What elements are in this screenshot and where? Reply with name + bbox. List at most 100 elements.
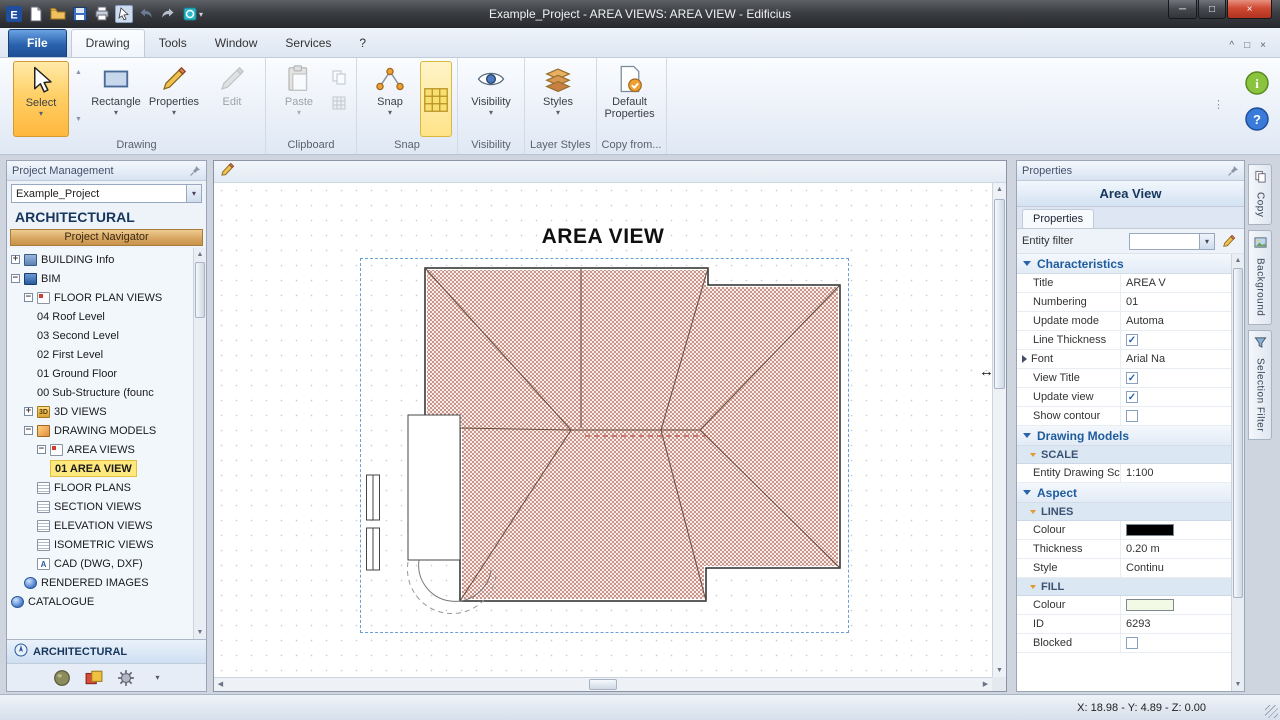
- property-value[interactable]: [1121, 596, 1231, 614]
- close-window-icon[interactable]: ×: [1260, 40, 1266, 51]
- tree-item-floor-plan-views[interactable]: − FLOOR PLAN VIEWS: [7, 288, 192, 307]
- settings-tool-icon[interactable]: [117, 669, 135, 687]
- property-value[interactable]: ✓: [1121, 331, 1231, 349]
- help-circle-icon[interactable]: ?: [1244, 106, 1270, 132]
- toolbar-options-icon[interactable]: ▾: [199, 10, 209, 19]
- tree-scrollbar[interactable]: ▲ ▼: [193, 248, 206, 639]
- scroll-down-icon[interactable]: ▼: [194, 626, 206, 639]
- roof-plan-drawing[interactable]: [363, 260, 847, 630]
- property-value[interactable]: Continu: [1121, 559, 1231, 577]
- canvas-vertical-scrollbar[interactable]: ▲ ▼: [992, 183, 1006, 677]
- new-document-icon[interactable]: [27, 5, 45, 23]
- menu-tab-file[interactable]: File: [8, 29, 67, 57]
- tree-scroll-thumb[interactable]: [195, 262, 205, 318]
- gallery-down-icon[interactable]: ▼: [75, 116, 82, 123]
- chevron-down-icon[interactable]: ▾: [1199, 233, 1214, 249]
- tree-item-cad-dwg-dxf[interactable]: A CAD (DWG, DXF): [7, 554, 192, 573]
- tree-item-3d-views[interactable]: +3D 3D VIEWS: [7, 402, 192, 421]
- pointer-tool-icon[interactable]: [115, 5, 133, 23]
- tree-item-04-roof-level[interactable]: 04 Roof Level: [7, 307, 192, 326]
- canvas-horizontal-scrollbar[interactable]: ◀ ▶: [214, 677, 992, 691]
- menu-tab-window[interactable]: Window: [201, 30, 272, 57]
- undo-icon[interactable]: [137, 5, 155, 23]
- menu-tab-services[interactable]: Services: [271, 30, 345, 57]
- tree-item-01-ground-floor[interactable]: 01 Ground Floor: [7, 364, 192, 383]
- scroll-up-icon[interactable]: ▲: [1232, 254, 1244, 267]
- gallery-up-icon[interactable]: ▲: [75, 69, 82, 76]
- styles-button[interactable]: Styles ▾: [530, 61, 586, 137]
- property-value[interactable]: [1121, 407, 1231, 425]
- property-value[interactable]: AREA V: [1121, 274, 1231, 292]
- tree-item-02-first-level[interactable]: 02 First Level: [7, 345, 192, 364]
- subsection-fill[interactable]: FILL: [1017, 578, 1231, 596]
- filter-edit-icon[interactable]: [1219, 232, 1239, 250]
- property-value[interactable]: ✓: [1121, 369, 1231, 387]
- checkbox-checked-icon[interactable]: ✓: [1126, 372, 1138, 384]
- property-value[interactable]: [1121, 521, 1231, 539]
- tree-item-rendered-images[interactable]: RENDERED IMAGES: [7, 573, 192, 592]
- property-value[interactable]: Arial Na: [1121, 350, 1231, 368]
- print-icon[interactable]: [93, 5, 111, 23]
- expand-icon[interactable]: +: [11, 255, 20, 264]
- menu-tab-drawing[interactable]: Drawing: [70, 29, 145, 57]
- tree-item-building-info[interactable]: + BUILDING Info: [7, 250, 192, 269]
- property-value[interactable]: [1121, 634, 1231, 652]
- maximize-button[interactable]: □: [1198, 0, 1226, 19]
- close-button[interactable]: ×: [1227, 0, 1272, 19]
- scroll-left-icon[interactable]: ◀: [214, 678, 227, 691]
- grid-toggle-button[interactable]: [420, 61, 452, 137]
- more-options-icon[interactable]: ▾: [155, 673, 159, 682]
- scroll-down-icon[interactable]: ▼: [1232, 678, 1244, 691]
- tree-item-section-views[interactable]: SECTION VIEWS: [7, 497, 192, 516]
- project-select[interactable]: Example_Project ▾: [11, 184, 202, 203]
- menu-tab-help[interactable]: ?: [345, 30, 380, 57]
- section-drawing-models[interactable]: Drawing Models: [1017, 426, 1231, 446]
- section-characteristics[interactable]: Characteristics: [1017, 254, 1231, 274]
- pin-icon[interactable]: [189, 165, 201, 177]
- palette-tool-icon[interactable]: [85, 669, 103, 687]
- side-tab-selection-filter[interactable]: Selection Filter: [1248, 329, 1272, 440]
- side-tab-copy[interactable]: Copy: [1248, 164, 1272, 226]
- canvas-v-thumb[interactable]: [994, 199, 1005, 389]
- chevron-right-icon[interactable]: [1022, 355, 1027, 363]
- tree-item-03-second-level[interactable]: 03 Second Level: [7, 326, 192, 345]
- property-value[interactable]: 1:100: [1121, 464, 1231, 482]
- menu-tab-tools[interactable]: Tools: [145, 30, 201, 57]
- tree-item-area-views[interactable]: − AREA VIEWS: [7, 440, 192, 459]
- open-folder-icon[interactable]: [49, 5, 67, 23]
- collapse-icon[interactable]: −: [24, 293, 33, 302]
- save-icon[interactable]: [71, 5, 89, 23]
- select-button[interactable]: Select ▾: [13, 61, 69, 137]
- checkbox-checked-icon[interactable]: ✓: [1126, 334, 1138, 346]
- canvas-h-thumb[interactable]: [589, 679, 617, 690]
- expand-icon[interactable]: +: [24, 407, 33, 416]
- zoom-tool-icon[interactable]: [181, 5, 199, 23]
- collapse-icon[interactable]: −: [37, 445, 46, 454]
- rectangle-button[interactable]: Rectangle ▾: [88, 61, 144, 137]
- properties-button[interactable]: Properties ▾: [146, 61, 202, 137]
- material-tool-icon[interactable]: [53, 669, 71, 687]
- properties-scrollbar[interactable]: ▲ ▼: [1231, 254, 1244, 691]
- section-aspect[interactable]: Aspect: [1017, 483, 1231, 503]
- subsection-scale[interactable]: SCALE: [1017, 446, 1231, 464]
- scroll-right-icon[interactable]: ▶: [979, 678, 992, 691]
- pin-icon[interactable]: [1227, 165, 1239, 177]
- subsection-lines[interactable]: LINES: [1017, 503, 1231, 521]
- edit-view-icon[interactable]: [220, 162, 235, 182]
- scroll-up-icon[interactable]: ▲: [993, 183, 1006, 196]
- snap-button[interactable]: Snap ▾: [362, 61, 418, 137]
- properties-scroll-thumb[interactable]: [1233, 268, 1243, 598]
- default-properties-button[interactable]: Default Properties: [602, 61, 658, 137]
- restore-window-icon[interactable]: □: [1244, 40, 1250, 51]
- chevron-down-icon[interactable]: ▾: [186, 185, 201, 202]
- grid-small-icon[interactable]: [331, 95, 349, 113]
- scroll-down-icon[interactable]: ▼: [993, 664, 1006, 677]
- drawing-canvas[interactable]: AREA VIEW ↔: [214, 183, 994, 677]
- tree-item-isometric-views[interactable]: ISOMETRIC VIEWS: [7, 535, 192, 554]
- scroll-up-icon[interactable]: ▲: [194, 248, 206, 261]
- info-circle-icon[interactable]: i: [1244, 70, 1270, 96]
- side-tab-background[interactable]: Background: [1248, 230, 1272, 325]
- copy-small-icon[interactable]: [331, 69, 349, 87]
- tree-item-elevation-views[interactable]: ELEVATION VIEWS: [7, 516, 192, 535]
- collapse-icon[interactable]: −: [11, 274, 20, 283]
